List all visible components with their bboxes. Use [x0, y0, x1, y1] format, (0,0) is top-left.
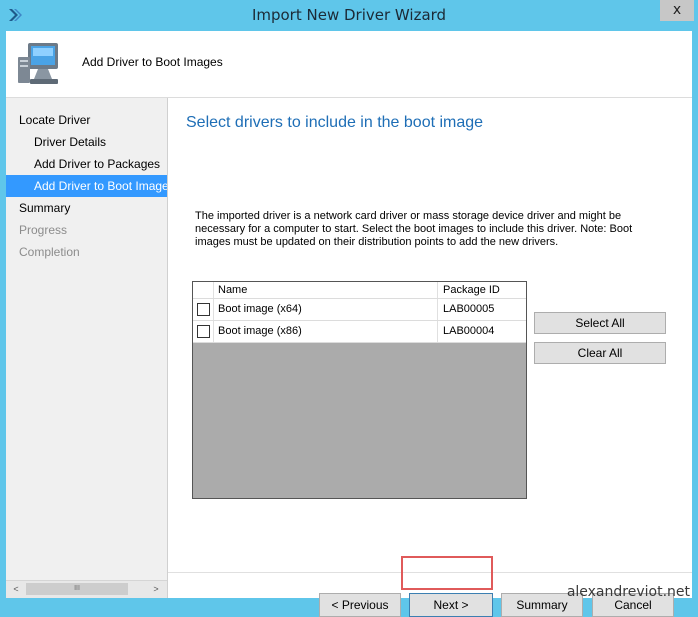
wizard-steps-pane: Locate Driver Driver Details Add Driver to…: [6, 98, 168, 598]
page-heading: Select drivers to include in the boot im…: [186, 114, 484, 131]
scroll-right-arrow[interactable]: >: [148, 581, 164, 598]
page-description: The imported driver is a network card dr…: [195, 210, 633, 248]
boot-image-x64-checkbox[interactable]: [197, 303, 210, 316]
wizard-header: Add Driver to Boot Images: [6, 31, 692, 98]
select-all-button[interactable]: Select All: [534, 312, 666, 334]
scrollbar-thumb[interactable]: III: [26, 583, 128, 595]
row-name-cell: Boot image (x64): [214, 299, 438, 320]
close-button[interactable]: x: [660, 0, 694, 21]
nav-step-driver-details[interactable]: Driver Details: [6, 131, 167, 153]
row-package-id-cell: LAB00004: [443, 325, 495, 337]
wizard-content: Select drivers to include in the boot im…: [168, 98, 692, 617]
previous-button[interactable]: < Previous: [319, 593, 401, 617]
row-package-id-cell: LAB00005: [443, 303, 495, 315]
title-bar[interactable]: Import New Driver Wizard x: [0, 0, 698, 31]
nav-step-summary[interactable]: Summary: [6, 197, 167, 219]
wizard-client-area: Add Driver to Boot Images Locate Driver D…: [6, 31, 692, 617]
nav-step-add-driver-to-packages[interactable]: Add Driver to Packages: [6, 153, 167, 175]
row-check-cell: [193, 299, 214, 320]
nav-step-locate-driver[interactable]: Locate Driver: [6, 109, 167, 131]
clear-all-button[interactable]: Clear All: [534, 342, 666, 364]
column-header-package-id[interactable]: Package ID: [439, 282, 525, 298]
nav-step-progress: Progress: [19, 223, 68, 237]
window-title: Import New Driver Wizard: [251, 6, 447, 24]
wizard-window: Import New Driver Wizard x Add Driver to…: [0, 0, 698, 617]
computer-monitor-icon: [18, 43, 58, 84]
table-row[interactable]: Boot image (x64) LAB00005: [193, 299, 526, 321]
table-row[interactable]: Boot image (x86) LAB00004: [193, 321, 526, 343]
next-button-highlight: [401, 556, 493, 590]
column-header-name[interactable]: Name: [214, 282, 438, 298]
horizontal-scrollbar[interactable]: < III >: [6, 580, 167, 598]
wizard-steps-list: Locate Driver Driver Details Add Driver to…: [6, 109, 167, 263]
watermark: alexandreviot.net: [566, 584, 690, 600]
boot-images-grid: Name Package ID Boot image (x64) LAB0000…: [192, 281, 527, 499]
row-name-cell: Boot image (x86): [214, 321, 438, 342]
grid-header-row: Name Package ID: [193, 282, 526, 299]
row-check-cell: [193, 321, 214, 342]
grid-header-check-column: [193, 282, 214, 298]
scroll-left-arrow[interactable]: <: [8, 581, 24, 598]
boot-image-x86-checkbox[interactable]: [197, 325, 210, 338]
header-title: Add Driver to Boot Images: [82, 55, 223, 69]
next-button[interactable]: Next >: [409, 593, 493, 617]
nav-step-completion: Completion: [19, 245, 80, 259]
nav-step-add-driver-to-boot-images[interactable]: Add Driver to Boot Images: [6, 175, 167, 197]
